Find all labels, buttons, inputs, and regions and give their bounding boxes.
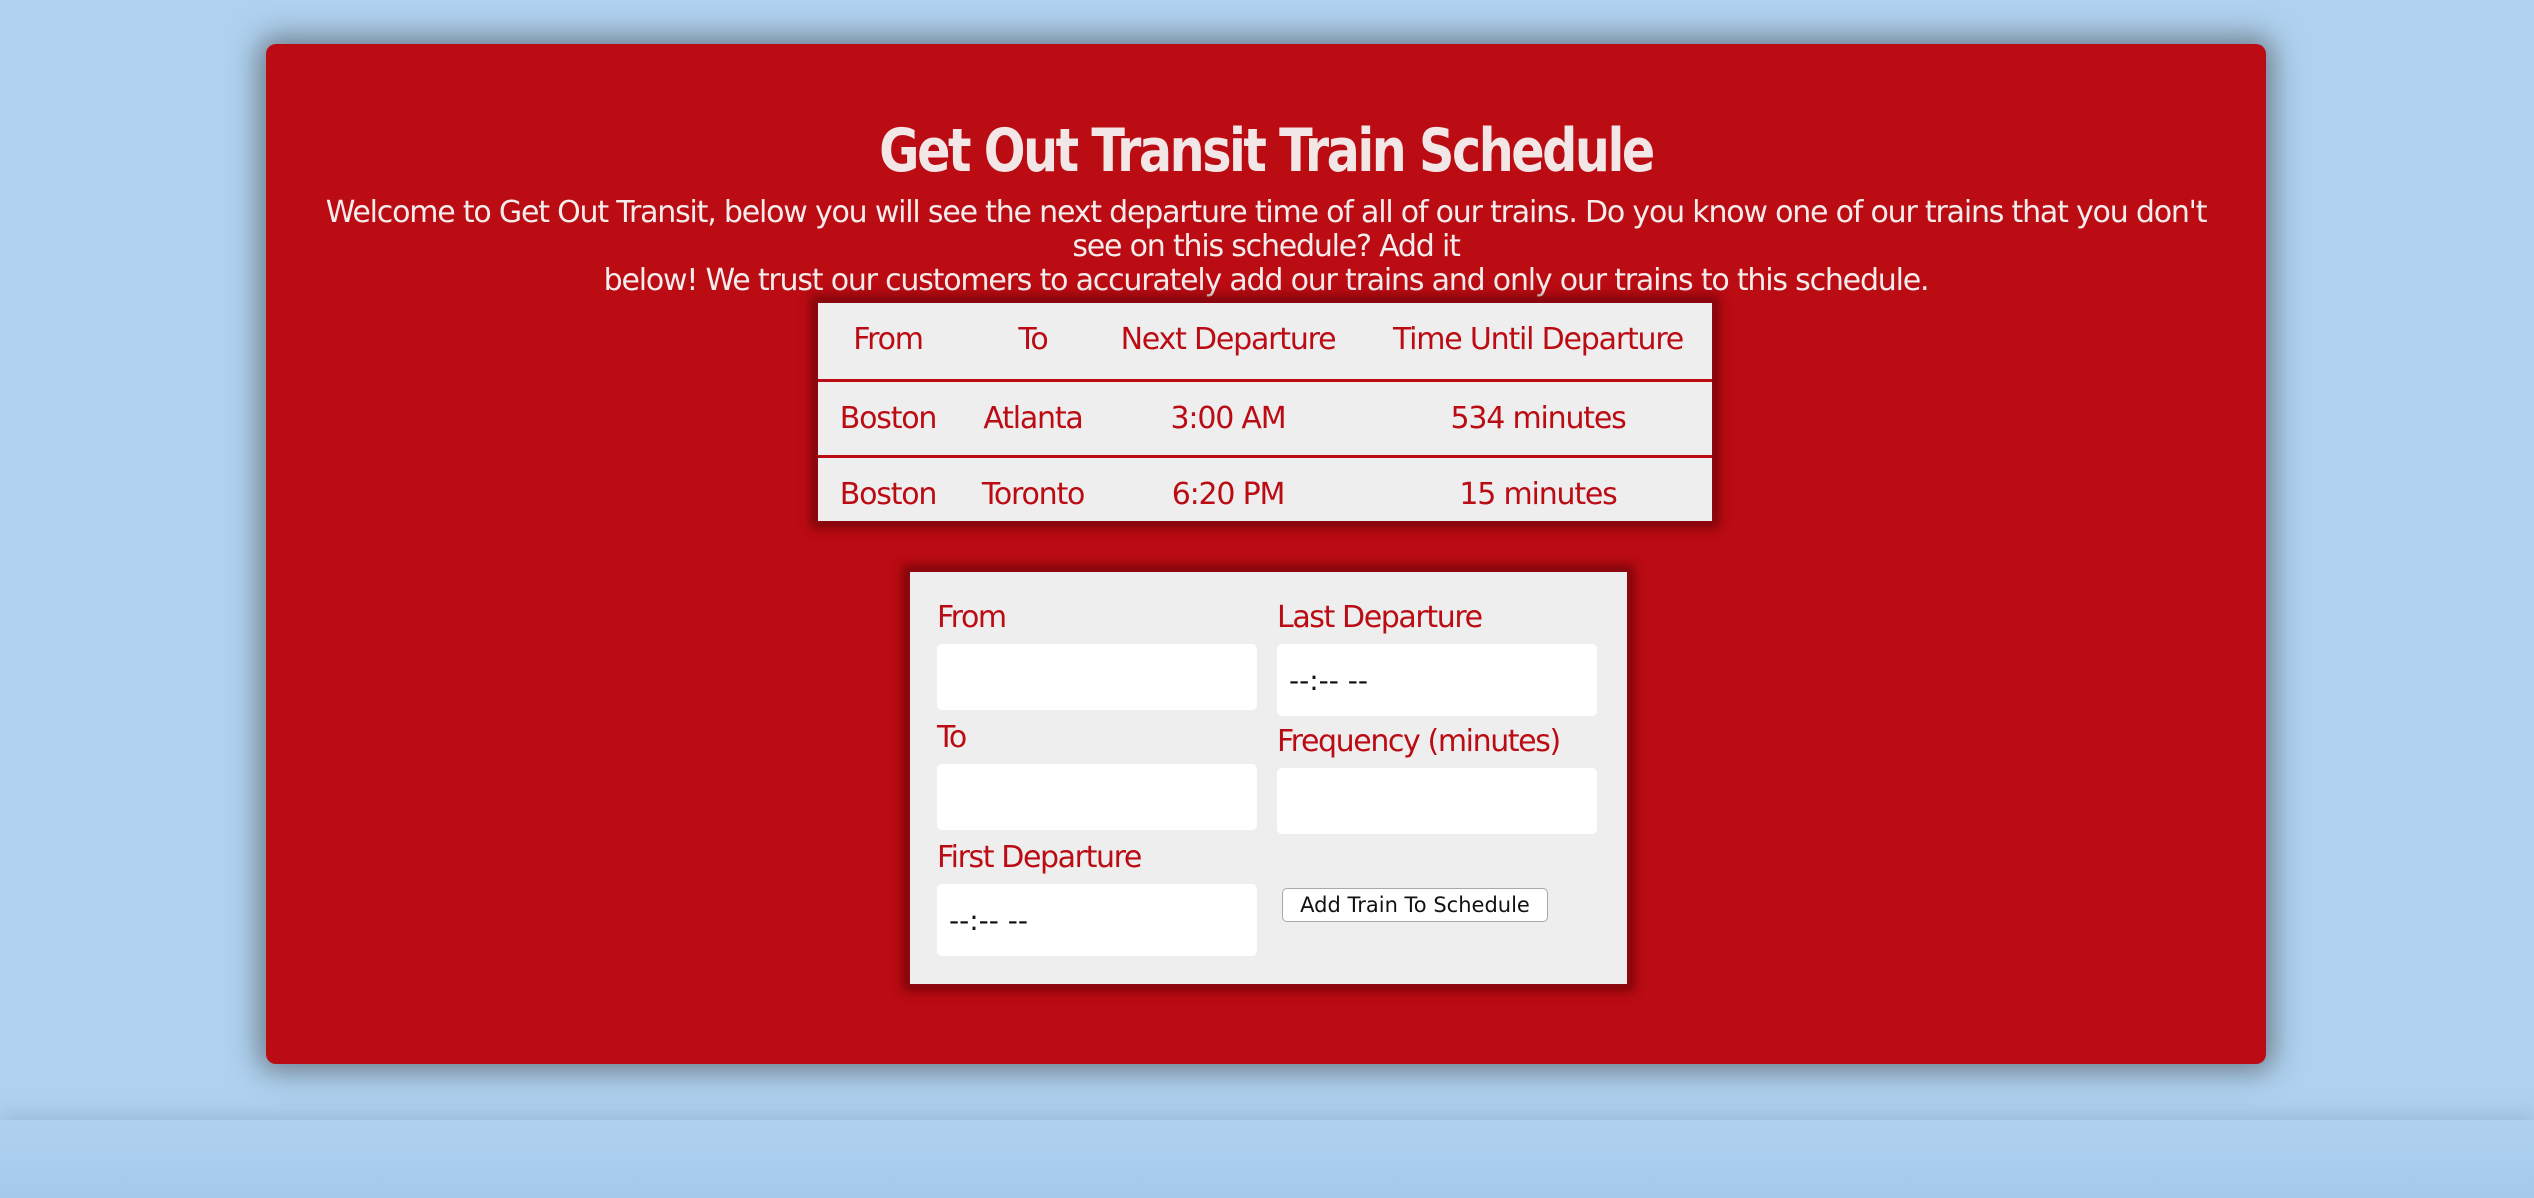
page-title: Get Out Transit Train Schedule <box>879 116 1655 186</box>
add-train-form: From To First Departure Last Departure F… <box>907 569 1630 987</box>
header-to: To <box>1018 322 1048 357</box>
main-panel: Get Out Transit Train Schedule Welcome t… <box>266 44 2266 1064</box>
table-header-row: From To Next Departure Time Until Depart… <box>818 303 1712 376</box>
intro-line-1: Welcome to Get Out Transit, below you wi… <box>325 195 2208 264</box>
header-from: From <box>853 322 924 357</box>
first-departure-label: First Departure <box>937 840 1142 875</box>
header-next-departure: Next Departure <box>1120 322 1337 357</box>
intro-line-2: below! We trust our customers to accurat… <box>603 263 1930 298</box>
header-time-until-departure: Time Until Departure <box>1392 322 1684 357</box>
to-label: To <box>937 720 967 755</box>
cell-next-departure: 6:20 PM <box>1171 477 1286 512</box>
frequency-input[interactable] <box>1277 768 1597 834</box>
cell-from: Boston <box>839 401 938 436</box>
last-departure-input[interactable] <box>1277 644 1597 716</box>
table-row: Boston Toronto 6:20 PM 15 minutes <box>818 455 1712 531</box>
cell-next-departure: 3:00 AM <box>1170 401 1287 436</box>
first-departure-input[interactable] <box>937 884 1257 956</box>
page-footer-band <box>0 1120 2534 1198</box>
to-input[interactable] <box>937 764 1257 830</box>
cell-time-until-departure: 15 minutes <box>1459 477 1617 512</box>
add-train-button[interactable]: Add Train To Schedule <box>1282 888 1548 922</box>
cell-time-until-departure: 534 minutes <box>1450 401 1626 436</box>
cell-to: Atlanta <box>983 401 1083 436</box>
train-schedule-table: From To Next Departure Time Until Depart… <box>815 300 1715 524</box>
table-row: Boston Atlanta 3:00 AM 534 minutes <box>818 379 1712 455</box>
frequency-label: Frequency (minutes) <box>1277 724 1561 759</box>
intro-text: Welcome to Get Out Transit, below you wi… <box>306 196 2226 298</box>
cell-to: Toronto <box>981 477 1086 512</box>
last-departure-label: Last Departure <box>1277 600 1483 635</box>
cell-from: Boston <box>839 477 938 512</box>
from-input[interactable] <box>937 644 1257 710</box>
from-label: From <box>937 600 1007 635</box>
